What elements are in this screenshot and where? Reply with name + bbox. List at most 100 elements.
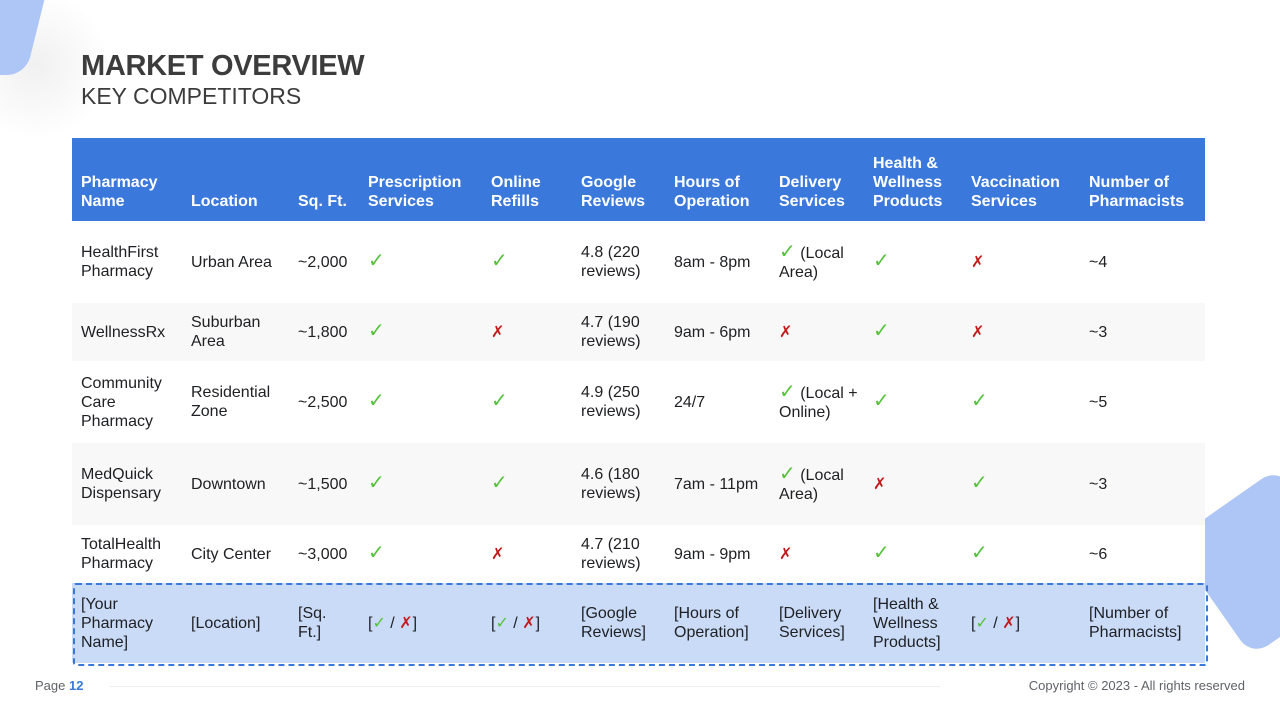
wellness-placeholder: [Health & Wellness Products] [864, 583, 962, 663]
column-header-delivery: Delivery Services [770, 138, 864, 221]
location-cell: Residential Zone [182, 361, 289, 443]
vaccination-cell: ✓ [962, 361, 1080, 443]
prescription-cell: ✓ [359, 361, 482, 443]
pharmacy-name-cell: TotalHealth Pharmacy [72, 525, 182, 583]
page-label: Page [35, 678, 66, 693]
column-header-hours: Hours of Operation [665, 138, 770, 221]
check-icon: ✓ [368, 390, 385, 412]
prescription-cell: ✓ [359, 525, 482, 583]
google-reviews-cell: 4.7 (190 reviews) [572, 303, 665, 361]
wellness-cell: ✓ [864, 525, 962, 583]
location-cell: Suburban Area [182, 303, 289, 361]
column-header-location: Location [182, 138, 289, 221]
column-header-sq-ft: Sq. Ft. [289, 138, 359, 221]
prescription-cell: ✓ [359, 303, 482, 361]
vaccination-cell: ✓ [962, 443, 1080, 525]
pharmacy-name-cell: Community Care Pharmacy [72, 361, 182, 443]
check-icon: ✓ [971, 472, 988, 494]
google-reviews-cell: 4.7 (210 reviews) [572, 525, 665, 583]
check-icon: ✓ [971, 542, 988, 564]
pharmacy-name-cell: WellnessRx [72, 303, 182, 361]
table-row: HealthFirst Pharmacy Urban Area ~2,000 ✓… [72, 221, 1205, 303]
location-placeholder: [Location] [182, 583, 289, 663]
page-title: MARKET OVERVIEW [81, 50, 365, 82]
check-icon: ✓ [779, 380, 796, 403]
column-header-prescription-services: Prescription Services [359, 138, 482, 221]
slash-separator: / [385, 614, 400, 632]
cross-icon: ✗ [399, 614, 413, 632]
pharmacists-cell: ~6 [1080, 525, 1205, 583]
location-cell: City Center [182, 525, 289, 583]
pharmacy-name-cell: MedQuick Dispensary [72, 443, 182, 525]
pharmacists-cell: ~5 [1080, 361, 1205, 443]
online-refills-cell: ✓ [482, 221, 572, 303]
hours-cell: 7am - 11pm [665, 443, 770, 525]
check-icon: ✓ [971, 390, 988, 412]
column-header-google-reviews: Google Reviews [572, 138, 665, 221]
pharmacy-name-placeholder: [Your Pharmacy Name] [72, 583, 182, 663]
pharmacists-cell: ~4 [1080, 221, 1205, 303]
placeholder-row: [Your Pharmacy Name] [Location] [Sq. Ft.… [72, 583, 1205, 663]
cross-icon: ✗ [522, 614, 536, 632]
bracket-close: ] [1015, 614, 1021, 632]
copyright-text: Copyright © 2023 - All rights reserved [1028, 678, 1245, 693]
vaccination-cell: ✗ [962, 221, 1080, 303]
cross-icon: ✗ [491, 323, 505, 341]
check-icon: ✓ [779, 240, 796, 263]
prescription-placeholder: [✓ / ✗] [359, 583, 482, 663]
check-icon: ✓ [368, 320, 385, 342]
delivery-cell: ✗ [770, 525, 864, 583]
vaccination-cell: ✓ [962, 525, 1080, 583]
cross-icon: ✗ [971, 253, 985, 271]
cross-icon: ✗ [491, 545, 505, 563]
check-icon: ✓ [975, 614, 989, 632]
column-header-pharmacy-name: Pharmacy Name [72, 138, 182, 221]
sqft-cell: ~2,000 [289, 221, 359, 303]
table-row: WellnessRx Suburban Area ~1,800 ✓ ✗ 4.7 … [72, 303, 1205, 361]
delivery-placeholder: [Delivery Services] [770, 583, 864, 663]
cross-icon: ✗ [779, 545, 793, 563]
check-icon: ✓ [491, 250, 508, 272]
table-row: Community Care Pharmacy Residential Zone… [72, 361, 1205, 443]
wellness-cell: ✓ [864, 303, 962, 361]
column-header-online-refills: Online Refills [482, 138, 572, 221]
pharmacists-placeholder: [Number of Pharmacists] [1080, 583, 1205, 663]
sqft-placeholder: [Sq. Ft.] [289, 583, 359, 663]
cross-icon: ✗ [779, 323, 793, 341]
sqft-cell: ~1,500 [289, 443, 359, 525]
slash-separator: / [988, 614, 1003, 632]
online-refills-cell: ✗ [482, 525, 572, 583]
hours-cell: 24/7 [665, 361, 770, 443]
check-icon: ✓ [368, 472, 385, 494]
hours-cell: 8am - 8pm [665, 221, 770, 303]
online-refills-cell: ✓ [482, 443, 572, 525]
cross-icon: ✗ [873, 475, 887, 493]
cross-icon: ✗ [971, 323, 985, 341]
check-icon: ✓ [491, 472, 508, 494]
check-icon: ✓ [873, 390, 890, 412]
check-icon: ✓ [873, 320, 890, 342]
prescription-cell: ✓ [359, 443, 482, 525]
check-icon: ✓ [491, 390, 508, 412]
check-icon: ✓ [779, 462, 796, 485]
column-header-pharmacists: Number of Pharmacists [1080, 138, 1205, 221]
check-icon: ✓ [372, 614, 386, 632]
bracket-close: ] [535, 614, 541, 632]
table-row: MedQuick Dispensary Downtown ~1,500 ✓ ✓ … [72, 443, 1205, 525]
column-header-vaccination: Vaccination Services [962, 138, 1080, 221]
page-number-value: 12 [69, 678, 84, 693]
cross-icon: ✗ [1002, 614, 1016, 632]
page-subtitle: KEY COMPETITORS [81, 83, 302, 109]
google-reviews-cell: 4.8 (220 reviews) [572, 221, 665, 303]
sqft-cell: ~1,800 [289, 303, 359, 361]
online-refills-cell: ✓ [482, 361, 572, 443]
delivery-cell: ✗ [770, 303, 864, 361]
location-cell: Downtown [182, 443, 289, 525]
hours-cell: 9am - 6pm [665, 303, 770, 361]
check-icon: ✓ [368, 250, 385, 272]
hours-cell: 9am - 9pm [665, 525, 770, 583]
competitors-table: Pharmacy Name Location Sq. Ft. Prescript… [72, 138, 1205, 663]
check-icon: ✓ [368, 542, 385, 564]
hours-placeholder: [Hours of Operation] [665, 583, 770, 663]
delivery-cell: ✓ (Local + Online) [770, 361, 864, 443]
